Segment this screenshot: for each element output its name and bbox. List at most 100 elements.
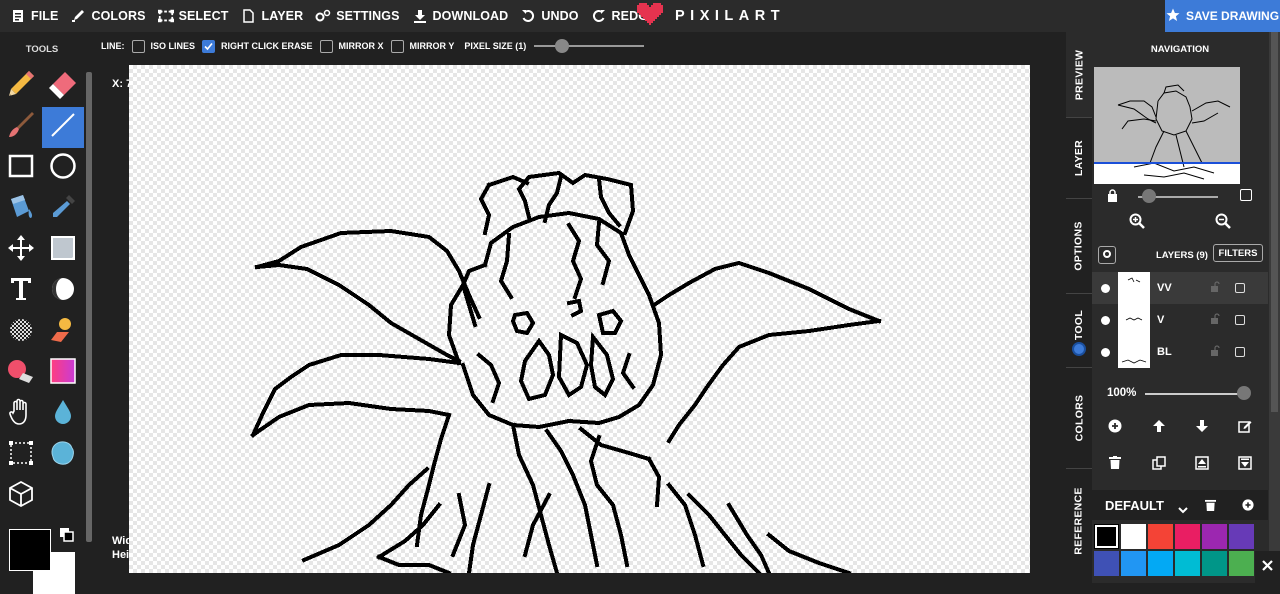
circle-tool[interactable] <box>42 148 84 189</box>
palette-swatch[interactable] <box>1121 524 1146 549</box>
selection-tool[interactable] <box>0 435 42 476</box>
palette-swatch[interactable] <box>1175 524 1200 549</box>
eraser-tool[interactable] <box>42 66 84 107</box>
delete-layer-button[interactable] <box>1103 453 1127 477</box>
eyedropper-tool[interactable] <box>42 189 84 230</box>
fill-bucket-tool[interactable] <box>0 189 42 230</box>
color-replace-tool[interactable] <box>0 353 42 394</box>
layer-select-checkbox[interactable] <box>1235 283 1245 293</box>
move-layer-up-button[interactable] <box>1147 416 1171 440</box>
pixel-size-slider[interactable] <box>534 39 645 53</box>
layer-visibility-dot[interactable] <box>1101 283 1110 293</box>
menu-undo[interactable]: UNDO <box>514 0 584 32</box>
tools-scrollbar[interactable] <box>86 72 92 542</box>
text-tool[interactable] <box>0 271 42 312</box>
palette-swatch[interactable] <box>1148 551 1173 576</box>
right-click-erase-option[interactable]: RIGHT CLICK ERASE <box>202 39 313 53</box>
tool-indicator-dot <box>1072 342 1086 356</box>
layer-settings-button[interactable] <box>1098 246 1116 264</box>
tab-preview[interactable]: PREVIEW <box>1066 32 1092 117</box>
mirror-x-checkbox[interactable] <box>319 39 333 53</box>
move-layer-down-button[interactable] <box>1190 416 1214 440</box>
dither-tool[interactable] <box>42 271 84 312</box>
fit-view-checkbox[interactable] <box>1240 189 1252 201</box>
hand-tool[interactable] <box>0 394 42 435</box>
navigation-preview[interactable] <box>1094 67 1240 184</box>
merge-layer-up-button[interactable] <box>1190 453 1214 477</box>
move-tool[interactable] <box>0 230 42 271</box>
brush-icon <box>5 109 37 146</box>
palette-swatch[interactable] <box>1229 551 1254 576</box>
tab-colors[interactable]: COLORS <box>1066 368 1092 468</box>
merge-layer-down-button[interactable] <box>1233 453 1257 477</box>
palette-swatch[interactable] <box>1202 551 1227 576</box>
menu-select[interactable]: SELECT <box>152 0 235 32</box>
rename-layer-button[interactable] <box>1233 416 1257 440</box>
palette-swatch[interactable] <box>1094 551 1119 576</box>
mirror-y-option[interactable]: MIRROR Y <box>390 39 454 53</box>
menu-colors[interactable]: COLORS <box>64 0 151 32</box>
mirror-y-checkbox[interactable] <box>390 39 404 53</box>
brand[interactable]: PIXILART <box>637 0 785 32</box>
add-layer-button[interactable] <box>1103 416 1127 440</box>
palette-swatch[interactable] <box>1229 524 1254 549</box>
filters-button[interactable]: FILTERS <box>1213 244 1263 262</box>
menu-file[interactable]: FILE <box>0 0 64 32</box>
layer-visibility-dot[interactable] <box>1101 315 1110 325</box>
lock-icon[interactable] <box>1107 189 1118 207</box>
stamp-tool[interactable] <box>42 312 84 353</box>
right-panel-scroll-thumb[interactable] <box>1271 32 1278 412</box>
layer-opacity-knob[interactable] <box>1237 386 1251 400</box>
palette-swatch[interactable] <box>1175 551 1200 576</box>
unlock-icon[interactable] <box>1210 311 1220 329</box>
zoom-in-icon[interactable] <box>1129 213 1145 234</box>
pixel-size-knob[interactable] <box>555 39 570 53</box>
unlock-icon[interactable] <box>1210 279 1220 297</box>
right-click-erase-checkbox[interactable] <box>202 39 216 53</box>
rectangle-tool[interactable] <box>0 148 42 189</box>
save-drawing-button[interactable]: SAVE DRAWING <box>1165 0 1280 32</box>
delete-palette-icon[interactable] <box>1205 498 1216 516</box>
add-palette-icon[interactable] <box>1242 498 1254 516</box>
tab-options[interactable]: OPTIONS <box>1066 199 1092 293</box>
menu-layer[interactable]: LAYER <box>234 0 309 32</box>
menu-download[interactable]: DOWNLOAD <box>406 0 515 32</box>
navigation-zoom-knob[interactable] <box>1142 189 1156 203</box>
layer-select-checkbox[interactable] <box>1235 347 1245 357</box>
layer-opacity-track[interactable] <box>1145 393 1243 395</box>
palette-name[interactable]: DEFAULT <box>1105 498 1164 513</box>
menu-settings[interactable]: SETTINGS <box>309 0 405 32</box>
duplicate-layer-button[interactable] <box>1147 453 1171 477</box>
line-tool[interactable] <box>42 107 84 148</box>
zoom-out-icon[interactable] <box>1215 213 1231 234</box>
brush-tool[interactable] <box>0 107 42 148</box>
unlock-icon[interactable] <box>1210 343 1220 361</box>
pencil-tool[interactable] <box>0 66 42 107</box>
palette-swatch[interactable] <box>1094 524 1119 549</box>
right-panel-scrollbar[interactable] <box>1269 32 1280 583</box>
palette-swatch[interactable] <box>1121 551 1146 576</box>
layer-item[interactable]: V <box>1092 304 1268 336</box>
tab-layer[interactable]: LAYER <box>1066 118 1092 198</box>
swap-colors-icon[interactable] <box>60 528 74 547</box>
drawing-canvas[interactable] <box>129 65 1030 573</box>
gradient-tool[interactable] <box>42 353 84 394</box>
blur-tool[interactable] <box>42 394 84 435</box>
layer-select-checkbox[interactable] <box>1235 315 1245 325</box>
mirror-x-option[interactable]: MIRROR X <box>319 39 384 53</box>
magic-wand-tool[interactable] <box>42 435 84 476</box>
iso-lines-option[interactable]: ISO LINES <box>131 39 195 53</box>
layer-visibility-dot[interactable] <box>1101 347 1110 357</box>
3d-tool[interactable] <box>0 476 42 517</box>
palette-swatch[interactable] <box>1148 524 1173 549</box>
layer-item[interactable]: BL <box>1092 336 1268 368</box>
shape-select-tool[interactable] <box>42 230 84 271</box>
chevron-down-icon[interactable] <box>1178 501 1188 519</box>
tab-reference[interactable]: REFERENCE <box>1066 469 1092 573</box>
primary-color-swatch[interactable] <box>9 529 51 571</box>
close-panel-button[interactable] <box>1255 551 1280 583</box>
iso-lines-checkbox[interactable] <box>131 39 145 53</box>
palette-swatch[interactable] <box>1202 524 1227 549</box>
pattern-tool[interactable] <box>0 312 42 353</box>
layer-item[interactable]: VV <box>1092 272 1268 304</box>
